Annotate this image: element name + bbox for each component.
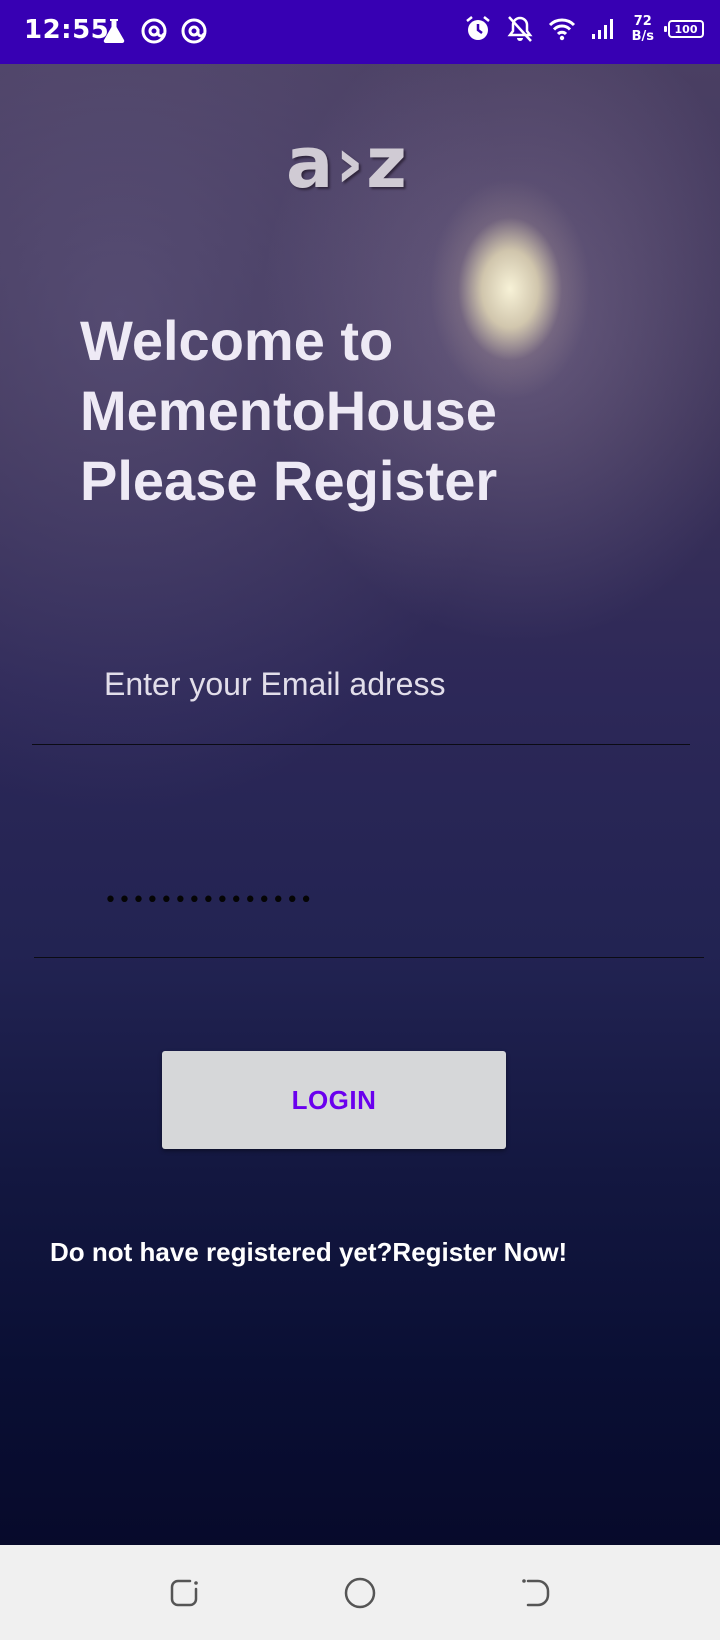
battery-level: 100: [674, 22, 698, 36]
at-sign-icon: [181, 18, 207, 44]
signal-icon: [591, 19, 613, 39]
welcome-line-2: MementoHouse: [80, 379, 497, 442]
home-icon[interactable]: [342, 1575, 378, 1611]
bell-off-icon: [507, 16, 533, 42]
register-link[interactable]: Do not have registered yet?Register Now!: [50, 1237, 567, 1268]
welcome-heading: Welcome to MementoHouse Please Register: [80, 306, 640, 516]
login-screen: a›z Welcome to MementoHouse Please Regis…: [0, 64, 720, 1545]
flask-icon: [103, 19, 125, 44]
back-icon[interactable]: [518, 1575, 554, 1611]
status-bar: 12:55 72 B/s 100: [0, 0, 720, 64]
welcome-line-3: Please Register: [80, 449, 498, 512]
login-button[interactable]: LOGIN: [162, 1051, 506, 1149]
password-input[interactable]: •••••••••••••••: [104, 888, 314, 913]
status-time: 12:55: [24, 15, 110, 45]
alarm-icon: [465, 16, 490, 40]
email-input[interactable]: [104, 666, 664, 703]
status-left-icons: [100, 16, 208, 46]
password-field[interactable]: •••••••••••••••: [34, 844, 704, 958]
net-speed-value: 72: [633, 14, 652, 29]
net-speed-unit: B/s: [631, 29, 654, 44]
recent-apps-icon[interactable]: [166, 1575, 202, 1611]
net-speed: 72 B/s: [632, 14, 654, 44]
navigation-bar: [0, 1545, 720, 1640]
welcome-line-1: Welcome to: [80, 309, 394, 372]
at-sign-icon: [141, 18, 167, 44]
screen: 12:55 72 B/s 100 a›z Welcome to MementoH…: [0, 0, 720, 1640]
wifi-icon: [548, 18, 575, 41]
app-logo: a›z: [286, 122, 409, 204]
email-field: [32, 636, 690, 745]
battery-icon: 100: [664, 20, 704, 38]
status-right-icons: 72 B/s 100: [464, 14, 704, 44]
